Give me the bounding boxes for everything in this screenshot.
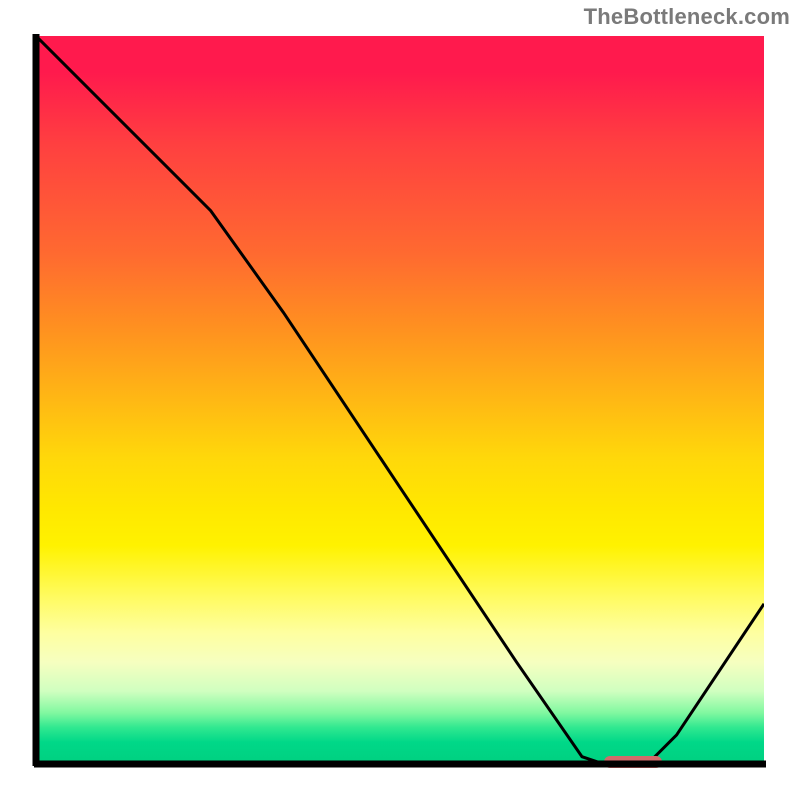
optimal-marker (604, 756, 662, 768)
watermark-text: TheBottleneck.com (584, 4, 790, 30)
chart-curve (36, 36, 764, 764)
chart-container: TheBottleneck.com (0, 0, 800, 800)
